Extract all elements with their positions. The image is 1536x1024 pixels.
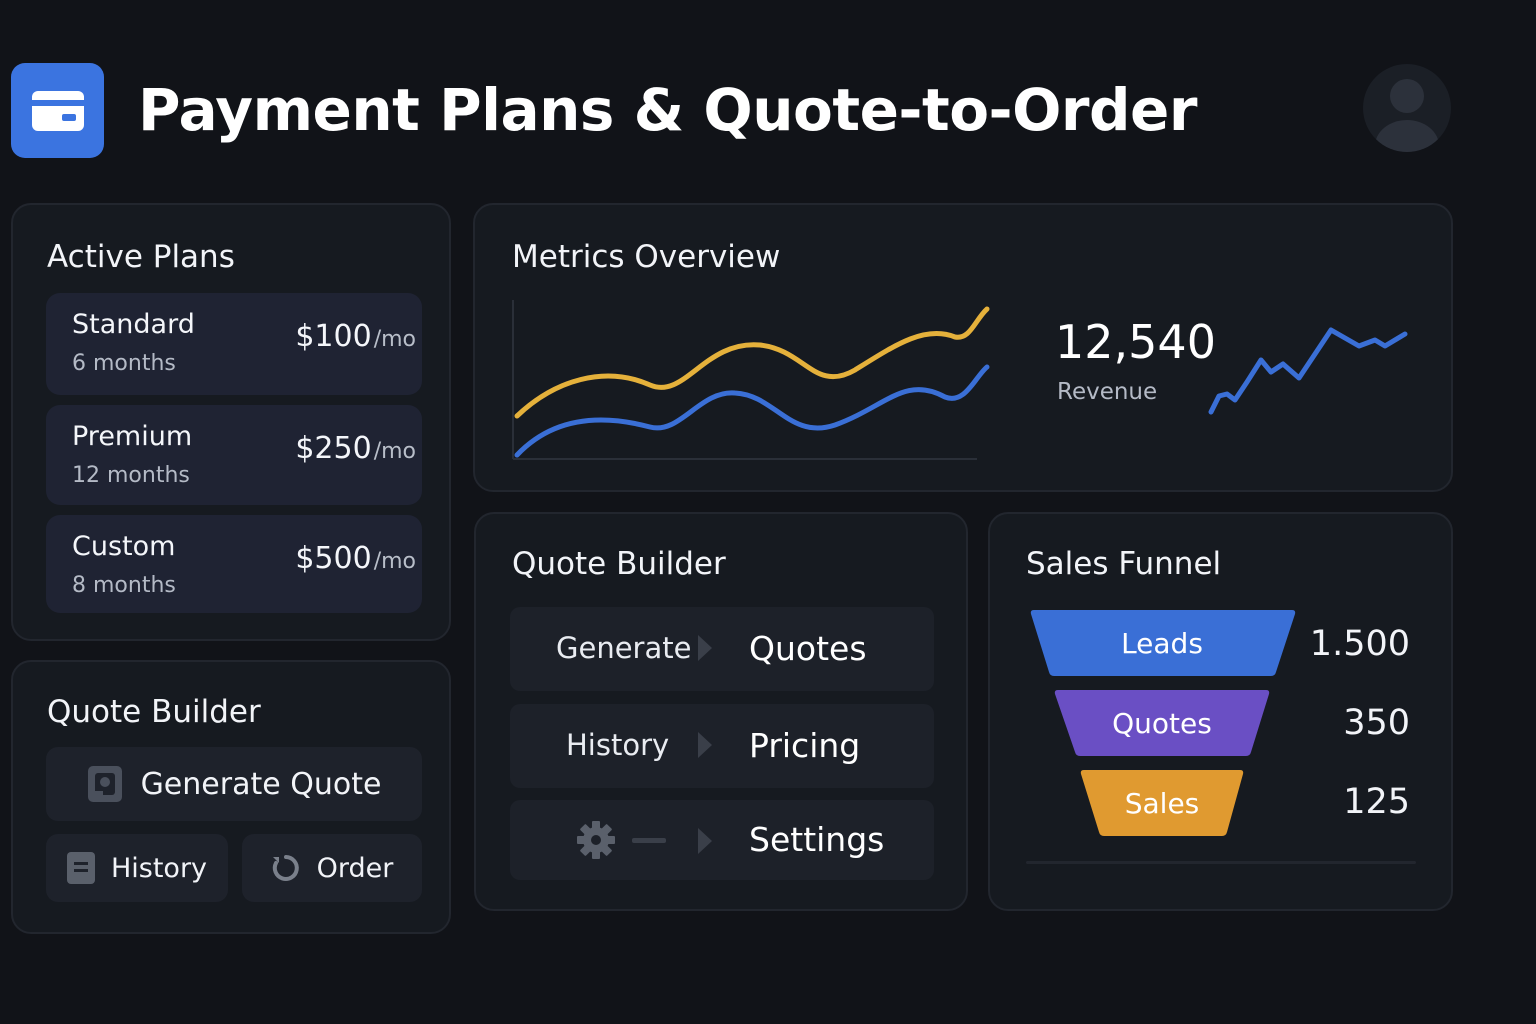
history-button[interactable]: History (46, 834, 228, 902)
flow-row-history-pricing[interactable]: History Pricing (510, 704, 934, 788)
plan-price-period: /mo (373, 549, 416, 574)
metrics-line-chart (512, 300, 990, 460)
flow-right-label: Settings (749, 820, 885, 859)
funnel-label-sales: Sales (1125, 787, 1200, 820)
funnel-value-sales: 125 (1343, 782, 1410, 822)
plan-price: $100/mo (295, 319, 416, 354)
plan-name: Premium (72, 421, 193, 452)
plan-price-period: /mo (373, 439, 416, 464)
quote-builder-title: Quote Builder (512, 546, 726, 582)
plan-price-amount: $100 (295, 319, 372, 354)
quote-builder-card-mid: Quote Builder Generate Quotes History Pr… (474, 512, 968, 911)
order-button[interactable]: Order (242, 834, 422, 902)
flow-left-label: History (566, 728, 670, 762)
sales-funnel-chart: Leads Quotes Sales (1030, 610, 1296, 836)
flow-right-label: Pricing (749, 726, 861, 765)
flow-right-label: Quotes (749, 629, 867, 668)
plan-price-amount: $250 (295, 431, 372, 466)
generate-quote-button[interactable]: Generate Quote (46, 747, 422, 821)
plan-name: Custom (72, 531, 176, 562)
order-label: Order (316, 852, 394, 884)
gear-icon (577, 821, 615, 859)
plan-price-period: /mo (373, 327, 416, 352)
plan-term: 6 months (72, 351, 176, 376)
series-line-yellow (514, 306, 990, 419)
revenue-label: Revenue (1057, 379, 1158, 405)
plan-row-custom[interactable]: Custom 8 months $500/mo (46, 515, 422, 613)
plan-term: 8 months (72, 573, 176, 598)
flow-row-generate-quotes[interactable]: Generate Quotes (510, 607, 934, 691)
plan-row-standard[interactable]: Standard 6 months $100/mo (46, 293, 422, 395)
funnel-value-leads: 1.500 (1309, 624, 1410, 664)
history-label: History (110, 852, 208, 884)
app-logo (11, 63, 104, 158)
active-plans-title: Active Plans (47, 239, 235, 275)
chevron-right-icon (698, 732, 712, 758)
flow-left-label: Generate (556, 631, 692, 665)
funnel-label-leads: Leads (1121, 627, 1203, 660)
quote-document-icon (87, 766, 122, 802)
metrics-overview-card: Metrics Overview 12,540 Revenue (473, 203, 1453, 492)
page-title: Payment Plans & Quote-to-Order (138, 76, 1198, 144)
dash-divider (632, 838, 666, 843)
plan-price-amount: $500 (295, 541, 372, 576)
user-avatar-icon (1375, 79, 1439, 152)
revenue-sparkline (1208, 327, 1408, 415)
quote-builder-title: Quote Builder (47, 694, 261, 730)
chevron-right-icon (698, 828, 712, 854)
plan-name: Standard (72, 309, 195, 340)
funnel-value-quotes: 350 (1343, 703, 1410, 743)
plan-price: $500/mo (295, 541, 416, 576)
credit-card-icon (31, 90, 84, 131)
metrics-overview-title: Metrics Overview (512, 239, 781, 275)
plan-price: $250/mo (295, 431, 416, 466)
sales-funnel-title: Sales Funnel (1026, 546, 1222, 582)
user-avatar[interactable] (1363, 64, 1451, 152)
sales-funnel-card: Sales Funnel Leads Quotes Sales 1.500 35… (988, 512, 1453, 911)
revenue-value: 12,540 (1055, 315, 1216, 369)
chevron-right-icon (698, 635, 712, 661)
active-plans-card: Active Plans Standard 6 months $100/mo P… (11, 203, 451, 641)
history-list-icon (66, 852, 95, 884)
plan-term: 12 months (72, 463, 190, 488)
funnel-label-quotes: Quotes (1112, 707, 1212, 740)
generate-quote-label: Generate Quote (140, 766, 382, 802)
refresh-icon (272, 855, 299, 881)
quote-builder-card-left: Quote Builder Generate Quote History Ord… (11, 660, 451, 934)
flow-row-settings[interactable]: Settings (510, 800, 934, 880)
plan-row-premium[interactable]: Premium 12 months $250/mo (46, 405, 422, 505)
funnel-divider (1026, 861, 1416, 864)
